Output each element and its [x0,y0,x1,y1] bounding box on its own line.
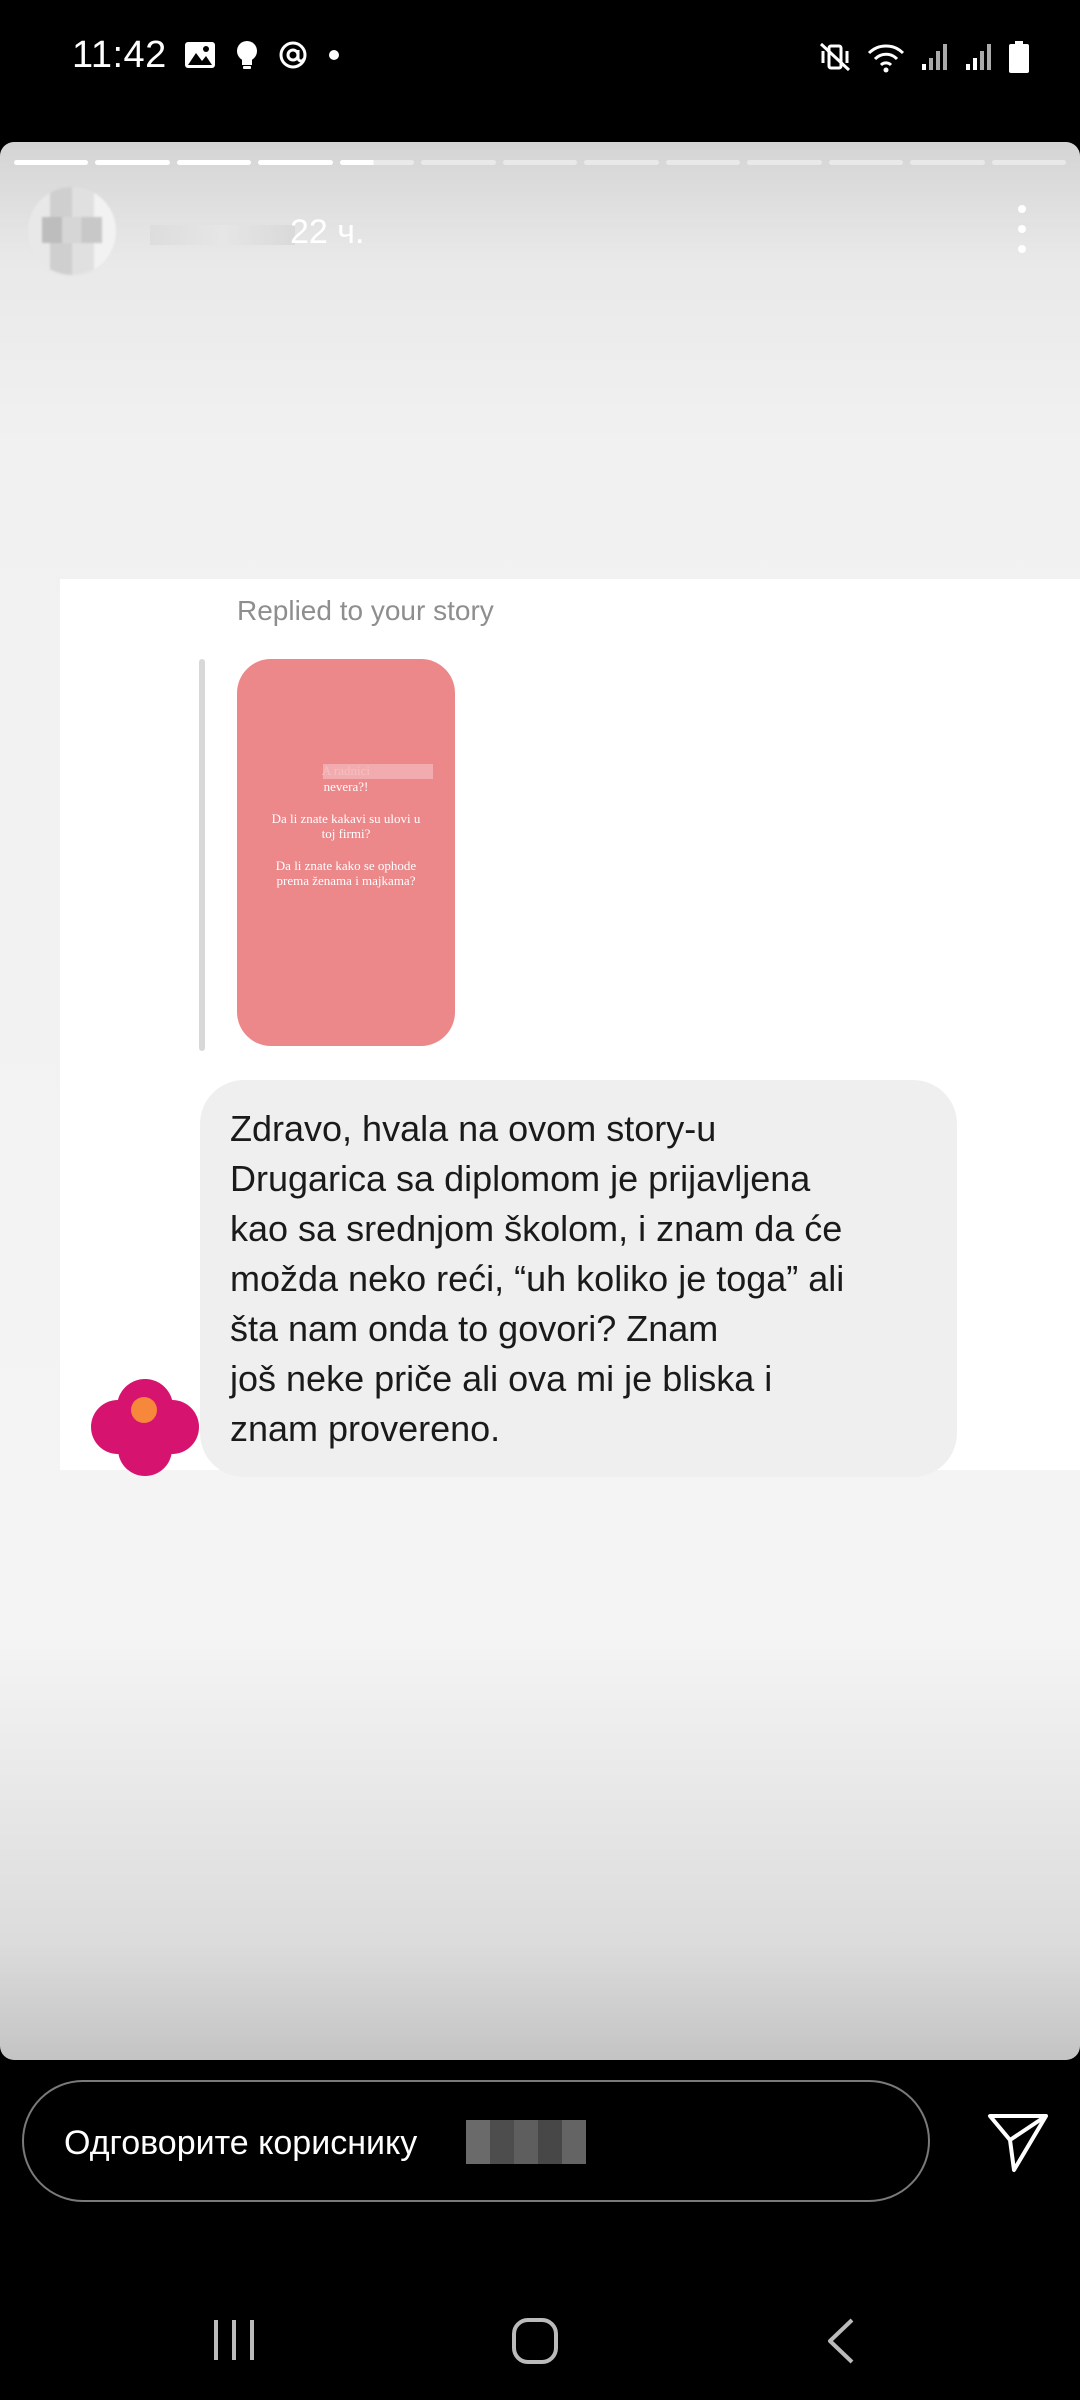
progress-segment [665,160,741,165]
message-line: šta nam onda to govori? Znam [230,1308,719,1349]
replied-label: Replied to your story [237,595,494,626]
progress-segment [991,160,1067,165]
reply-quote-bar [199,659,205,1051]
thumbnail-line: nevera?! [323,779,369,794]
sender-avatar [91,1379,199,1476]
message-line: kao sa srednjom školom, i znam da će [230,1208,843,1249]
signal-icon [922,44,947,70]
story-header: 22 ч. [28,187,1080,297]
story-progress-bar [14,160,1067,165]
story-author-avatar[interactable] [28,187,116,275]
story-time-ago: 22 ч. [290,213,365,251]
progress-segment [14,160,89,165]
reply-username-redacted [466,2120,586,2164]
progress-segment [502,160,578,165]
threads-icon [279,41,307,69]
reply-input[interactable]: Одговорите кориснику [22,2080,930,2202]
status-bar: 11:42 [0,0,1080,130]
back-icon[interactable] [822,2316,858,2366]
progress-segment [747,160,822,165]
status-right-icons [818,40,1030,74]
send-icon[interactable] [984,2108,1052,2176]
bulb-icon [237,41,257,69]
message-line: Drugarica sa diplomom je prijavljena [230,1158,811,1199]
battery-icon [1009,41,1029,73]
message-line: Zdravo, hvala na ovom story-u [230,1108,717,1149]
thumbnail-line: Da li znate kakavi su ulovi u [271,811,421,826]
message-bubble: Zdravo, hvala na ovom story-u Drugarica … [200,1080,957,1477]
progress-segment [421,160,496,165]
more-options-icon[interactable] [1016,205,1028,255]
status-left-icons [184,40,340,70]
thumbnail-line: prema ženama i majkama? [276,873,416,888]
story-author-username-redacted[interactable] [150,225,295,245]
story-thumbnail: A radnici nevera?! Da li znate kakavi su… [237,659,455,1046]
signal-icon [966,44,991,70]
thumbnail-redaction [323,764,433,779]
progress-segment [258,160,333,165]
thumbnail-line: Da li znate kako se ophode [275,858,417,873]
dm-screenshot: Replied to your story A radnici nevera?!… [60,579,1080,1477]
image-icon [185,42,215,68]
progress-segment [910,160,985,165]
navigation-bar [0,2290,1080,2400]
story-viewer[interactable]: 22 ч. Replied to your story A radnici ne… [0,142,1080,2060]
message-line: možda neko reći, “uh koliko je toga” ali [230,1258,845,1299]
progress-segment [584,160,659,165]
dot-icon [329,50,339,60]
progress-segment [339,160,415,165]
thumbnail-line: toj firmi? [321,826,371,841]
message-line: još neke priče ali ova mi je bliska i [230,1358,773,1399]
progress-segment [828,160,904,165]
reply-placeholder: Одговорите кориснику [64,2124,418,2162]
progress-segment [95,160,170,165]
wifi-icon [867,44,905,73]
message-line: znam provereno. [230,1408,501,1449]
recent-apps-icon[interactable] [210,2318,258,2362]
progress-segment [176,160,252,165]
status-time: 11:42 [72,34,167,76]
home-icon[interactable] [510,2316,560,2366]
mute-vibrate-icon [819,42,851,72]
